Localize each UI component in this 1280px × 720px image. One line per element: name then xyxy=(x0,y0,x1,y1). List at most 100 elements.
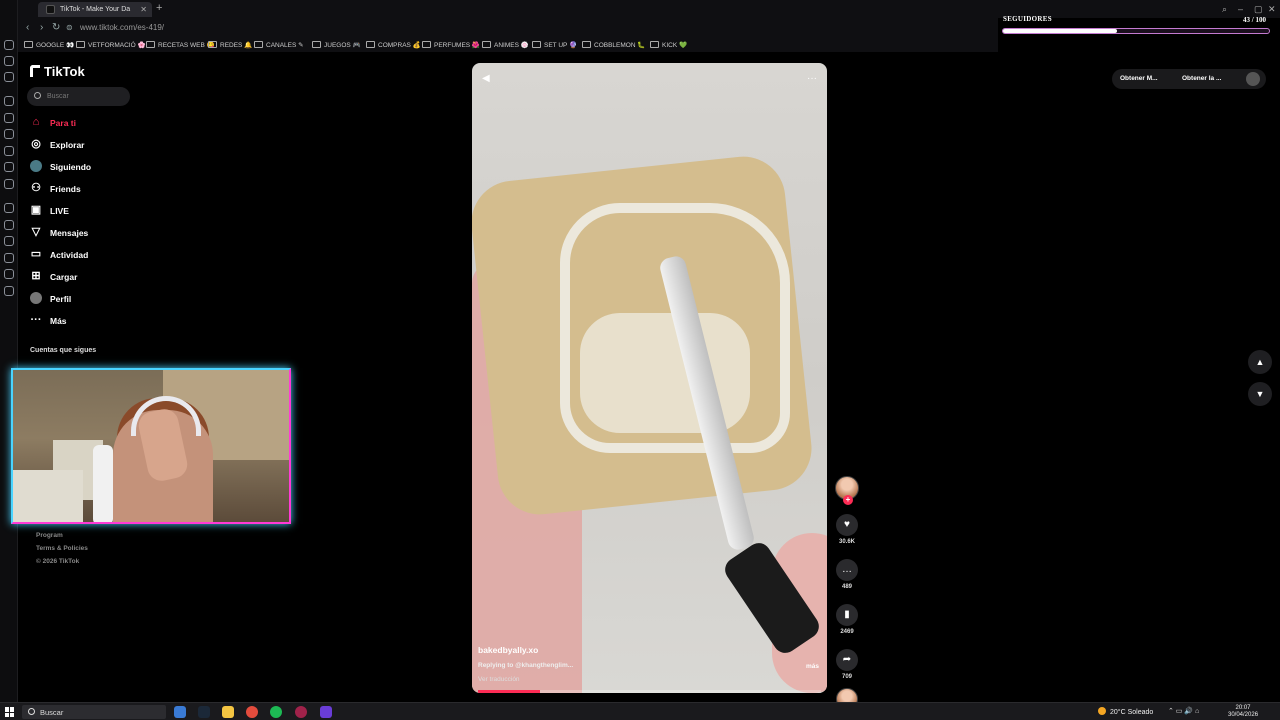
messenger-icon[interactable] xyxy=(4,203,14,213)
more-options-icon[interactable]: ··· xyxy=(807,73,817,84)
user-avatar[interactable] xyxy=(1246,72,1260,86)
search-input[interactable]: Buscar xyxy=(27,87,130,106)
obs-icon[interactable] xyxy=(295,706,307,718)
clock-icon[interactable] xyxy=(4,236,14,246)
site-info-icon[interactable]: ⊜ xyxy=(66,23,73,32)
twitch-icon[interactable] xyxy=(4,96,14,106)
footer-links: Program Terms & Policies © 2026 TikTok xyxy=(36,529,88,568)
tiktok-icon[interactable] xyxy=(4,162,14,172)
caption-more-button[interactable]: más xyxy=(806,663,819,670)
task-view-icon[interactable] xyxy=(174,706,186,718)
bookmark-folder[interactable]: SET UP 🔮 xyxy=(532,41,577,49)
spotify-icon[interactable] xyxy=(270,706,282,718)
get-app-button-2[interactable]: Obtener la ... xyxy=(1182,75,1221,82)
sidebar-item-mensajes[interactable]: ▽ Mensajes xyxy=(28,222,168,244)
video-progress-bar[interactable] xyxy=(478,690,821,693)
tiktok-logo[interactable]: TikTok xyxy=(30,64,85,79)
mute-icon[interactable]: ◀ xyxy=(482,73,490,84)
followers-goal-count: 43 / 100 xyxy=(1243,16,1266,24)
file-explorer-icon[interactable] xyxy=(222,706,234,718)
tiktok-favicon-icon xyxy=(46,5,55,14)
url-field[interactable]: www.tiktok.com/es-419/ xyxy=(80,23,164,32)
new-tab-button[interactable]: + xyxy=(156,2,162,14)
footer-link-terms[interactable]: Terms & Policies xyxy=(36,542,88,555)
x-icon[interactable] xyxy=(4,179,14,189)
translate-link[interactable]: Ver traducción xyxy=(478,676,520,683)
bag-icon[interactable] xyxy=(4,56,14,66)
previous-video-button[interactable]: ▲ xyxy=(1248,350,1272,374)
settings-icon[interactable] xyxy=(4,286,14,296)
sidebar-item-label: Más xyxy=(50,316,67,326)
bookmark-folder[interactable]: CANALES ✎ xyxy=(254,41,304,49)
next-video-button[interactable]: ▼ xyxy=(1248,382,1272,406)
close-tab-icon[interactable]: ✕ xyxy=(140,5,147,14)
extension-icon[interactable] xyxy=(4,269,14,279)
bookmark-folder[interactable]: COMPRAS 💰 xyxy=(366,41,421,49)
sidebar-item-live[interactable]: ▣ LIVE xyxy=(28,200,168,222)
bookmark-folder[interactable]: ANIMES 🍥 xyxy=(482,41,529,49)
share-icon[interactable]: ➦ xyxy=(836,649,858,671)
heart-icon[interactable] xyxy=(4,220,14,230)
whatsapp-icon[interactable] xyxy=(4,113,14,123)
back-button[interactable]: ‹ xyxy=(26,22,29,33)
get-app-button[interactable]: Obtener M... xyxy=(1120,75,1158,82)
bookmark-folder[interactable]: REDES 🔔 xyxy=(208,41,252,49)
windows-start-icon[interactable] xyxy=(5,707,15,717)
video-player[interactable]: ◀ ··· bakedbyally.xo Replying to @khangt… xyxy=(472,63,827,693)
opera-gx-icon[interactable] xyxy=(320,706,332,718)
download-icon[interactable] xyxy=(4,253,14,263)
bookmark-folder[interactable]: COBBLEMON 🐛 xyxy=(582,41,645,49)
comment-icon[interactable]: … xyxy=(836,559,858,581)
bookmark-folder[interactable]: JUEGOS 🎮 xyxy=(312,41,361,49)
sidebar-item-para-ti[interactable]: ⌂ Para ti xyxy=(28,112,168,134)
save-action[interactable]: ▮ 2469 xyxy=(833,604,861,635)
heart-icon[interactable]: ♥ xyxy=(836,514,858,536)
more-icon: ··· xyxy=(30,314,42,326)
history-icon[interactable] xyxy=(4,40,14,50)
followers-goal-bar xyxy=(1002,28,1270,34)
forward-button[interactable]: › xyxy=(40,22,43,33)
upload-icon: ⊞ xyxy=(31,270,41,282)
bookmark-folder[interactable]: GOOGLE 👀 xyxy=(24,41,74,49)
sidebar-item-cargar[interactable]: ⊞ Cargar xyxy=(28,266,168,288)
followers-goal-overlay: SEGUIDORES 43 / 100 xyxy=(1002,12,1270,40)
sidebar-item-explorar[interactable]: ◎ Explorar xyxy=(28,134,168,156)
sidebar-item-friends[interactable]: ⚇ Friends xyxy=(28,178,168,200)
live-icon: ▣ xyxy=(30,204,42,216)
weather-text: 20°C Soleado xyxy=(1110,709,1154,716)
bookmark-folder[interactable]: VETFORMACIÓ 🌸 xyxy=(76,41,146,49)
bookmark-folder[interactable]: RECETAS WEB 😋 xyxy=(146,41,215,49)
comment-count: 489 xyxy=(841,584,852,590)
bookmark-folder[interactable]: KICK 💚 xyxy=(650,41,687,49)
sun-icon xyxy=(1098,707,1106,715)
sidebar-item-mas[interactable]: ··· Más xyxy=(28,310,168,332)
follow-plus-icon[interactable]: + xyxy=(843,495,853,505)
footer-link-program[interactable]: Program xyxy=(36,529,88,542)
sidebar-item-perfil[interactable]: Perfil xyxy=(28,288,168,310)
taskbar-clock[interactable]: 20:07 30/04/2026 xyxy=(1228,705,1258,719)
reload-button[interactable]: ↻ xyxy=(52,22,60,33)
discord-icon[interactable] xyxy=(4,129,14,139)
sidebar-item-siguiendo[interactable]: Siguiendo xyxy=(28,156,168,178)
notes-icon[interactable] xyxy=(4,72,14,82)
footer-copyright: © 2026 TikTok xyxy=(36,558,80,565)
tab-tiktok[interactable]: TikTok - Make Your Da ✕ xyxy=(38,2,152,17)
bookmark-icon[interactable]: ▮ xyxy=(836,604,858,626)
browser-icon[interactable] xyxy=(246,706,258,718)
share-action[interactable]: ➦ 709 xyxy=(833,649,861,680)
sidebar-item-label: Para ti xyxy=(50,118,76,128)
like-action[interactable]: ♥ 30.6K xyxy=(833,514,861,545)
sidebar-item-label: LIVE xyxy=(50,206,69,216)
sidebar-item-actividad[interactable]: ▭ Actividad xyxy=(28,244,168,266)
comment-action[interactable]: … 489 xyxy=(833,559,861,590)
clock-date: 30/04/2026 xyxy=(1228,712,1259,718)
creator-avatar[interactable]: + xyxy=(835,476,859,505)
steam-icon[interactable] xyxy=(198,706,210,718)
video-author[interactable]: bakedbyally.xo xyxy=(478,645,538,655)
taskbar-search[interactable]: Buscar xyxy=(22,705,166,719)
system-tray[interactable]: ⌃ ▭ 🔊 ⌂ xyxy=(1168,707,1199,715)
weather-widget[interactable]: 20°C Soleado xyxy=(1098,707,1153,716)
bookmark-folder[interactable]: PERFUMES 🌺 xyxy=(422,41,480,49)
friends-icon: ⚇ xyxy=(31,182,41,194)
instagram-icon[interactable] xyxy=(4,146,14,156)
